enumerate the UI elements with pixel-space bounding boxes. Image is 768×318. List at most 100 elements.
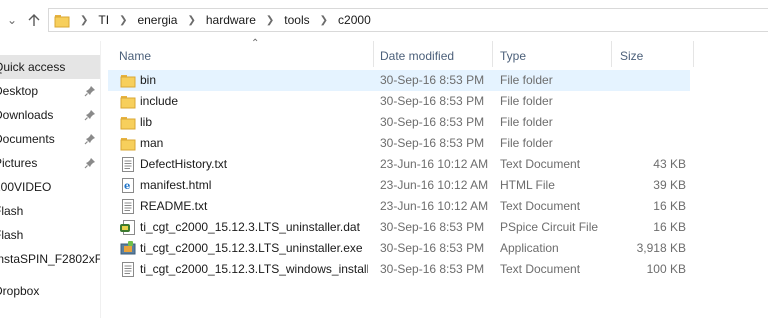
file-row[interactable]: README.txt 23-Jun-16 10:12 AM Text Documen… xyxy=(108,196,690,217)
breadcrumb-item[interactable]: tools xyxy=(284,13,309,27)
file-date-modified: 30-Sep-16 8:53 PM xyxy=(380,73,485,87)
breadcrumb: ❯ tools xyxy=(256,13,310,27)
sidebar-item-label: Desktop xyxy=(0,84,39,98)
address-bar[interactable]: ❯ TI ❯ energia ❯ hardware ❯ tools ❯ c2000 xyxy=(48,8,768,32)
up-arrow-icon[interactable] xyxy=(25,10,43,30)
folder-icon xyxy=(120,115,136,130)
column-header-date-label: Date modified xyxy=(380,49,455,63)
html-file-icon: e xyxy=(120,178,136,193)
file-row[interactable]: include 30-Sep-16 8:53 PM File folder xyxy=(108,91,690,112)
pin-icon[interactable] xyxy=(84,109,96,121)
file-type: Text Document xyxy=(500,157,581,171)
sidebar-item-label: Pictures xyxy=(0,156,38,170)
column-divider[interactable] xyxy=(492,41,493,67)
column-header-name-label: Name xyxy=(119,49,152,63)
sidebar-item[interactable]: Quick access xyxy=(0,55,100,79)
file-list: Name ⌃ Date modified Type Size bin 30-Sep… xyxy=(108,38,768,318)
file-row[interactable]: bin 30-Sep-16 8:53 PM File folder xyxy=(108,70,690,91)
file-row[interactable]: lib 30-Sep-16 8:53 PM File folder xyxy=(108,112,690,133)
file-type: PSpice Circuit File xyxy=(500,220,599,234)
file-size: 39 KB xyxy=(653,178,686,192)
column-header-type-label: Type xyxy=(500,49,527,63)
file-date-modified: 23-Jun-16 10:12 AM xyxy=(380,199,489,213)
text-document-icon xyxy=(120,262,136,277)
sidebar-item-label: InstaSPIN_F2802xF_I xyxy=(0,252,100,266)
file-size xyxy=(620,70,686,91)
pin-icon[interactable] xyxy=(84,133,96,145)
pin-icon[interactable] xyxy=(84,157,96,169)
sidebar-item[interactable]: Flash xyxy=(0,199,100,223)
breadcrumb: ❯ TI xyxy=(70,13,109,27)
file-size: 16 KB xyxy=(653,220,686,234)
folder-icon xyxy=(120,94,136,109)
file-size: 43 KB xyxy=(653,157,686,171)
text-document-icon xyxy=(120,157,136,172)
sidebar-item-label: 100VIDEO xyxy=(0,180,52,194)
recent-locations-chevron-icon[interactable]: ⌄ xyxy=(3,10,21,30)
file-type: File folder xyxy=(500,115,553,129)
file-row[interactable]: man 30-Sep-16 8:53 PM File folder xyxy=(108,133,690,154)
file-name: lib xyxy=(140,115,153,129)
column-header-type[interactable]: Type xyxy=(500,44,610,68)
sidebar-item[interactable]: Flash xyxy=(0,223,100,247)
column-header-date[interactable]: Date modified xyxy=(380,44,490,68)
file-type: File folder xyxy=(500,94,553,108)
sidebar-item[interactable]: Dropbox xyxy=(0,279,100,303)
pspice-file-icon xyxy=(120,220,136,235)
file-name: ti_cgt_c2000_15.12.3.LTS_windows_install… xyxy=(140,262,368,276)
chevron-right-icon[interactable]: ❯ xyxy=(119,15,127,26)
file-date-modified: 30-Sep-16 8:53 PM xyxy=(380,262,485,276)
file-row[interactable]: ti_cgt_c2000_15.12.3.LTS_uninstaller.exe… xyxy=(108,238,690,259)
breadcrumb-item[interactable]: TI xyxy=(98,13,109,27)
file-date-modified: 23-Jun-16 10:12 AM xyxy=(380,157,489,171)
breadcrumb: ❯ energia xyxy=(109,13,177,27)
sidebar-item[interactable]: 100VIDEO xyxy=(0,175,100,199)
text-document-icon xyxy=(120,199,136,214)
breadcrumb-item[interactable]: c2000 xyxy=(338,13,371,27)
file-name: ti_cgt_c2000_15.12.3.LTS_uninstaller.dat xyxy=(140,220,360,234)
breadcrumb-item[interactable]: energia xyxy=(137,13,177,27)
file-row[interactable]: e manifest.html 23-Jun-16 10:12 AM HTML Fil… xyxy=(108,175,690,196)
file-type: File folder xyxy=(500,136,553,150)
navigation-pane: Quick access Desktop Downloads Documents Pic… xyxy=(0,41,101,318)
file-date-modified: 30-Sep-16 8:53 PM xyxy=(380,136,485,150)
chevron-right-icon[interactable]: ❯ xyxy=(80,15,88,26)
sort-ascending-icon: ⌃ xyxy=(251,38,260,49)
breadcrumb-item[interactable]: hardware xyxy=(206,13,256,27)
sidebar-item[interactable]: Documents xyxy=(0,127,100,151)
svg-text:e: e xyxy=(124,181,130,192)
column-divider[interactable] xyxy=(693,41,694,67)
file-name: ti_cgt_c2000_15.12.3.LTS_uninstaller.exe xyxy=(140,241,363,255)
pin-icon[interactable] xyxy=(84,85,96,97)
chevron-right-icon[interactable]: ❯ xyxy=(266,15,274,26)
column-divider[interactable] xyxy=(611,41,612,67)
file-size xyxy=(620,112,686,133)
file-name: include xyxy=(140,94,179,108)
file-row[interactable]: DefectHistory.txt 23-Jun-16 10:12 AM Text … xyxy=(108,154,690,175)
sidebar-item[interactable]: Pictures xyxy=(0,151,100,175)
sidebar-item[interactable]: InstaSPIN_F2802xF_I xyxy=(0,247,100,271)
file-type: Text Document xyxy=(500,199,581,213)
file-name: DefectHistory.txt xyxy=(140,157,228,171)
file-date-modified: 23-Jun-16 10:12 AM xyxy=(380,178,489,192)
folder-icon xyxy=(120,73,136,88)
file-date-modified: 30-Sep-16 8:53 PM xyxy=(380,241,485,255)
chevron-right-icon[interactable]: ❯ xyxy=(187,15,195,26)
chevron-right-icon[interactable]: ❯ xyxy=(320,15,328,26)
folder-icon xyxy=(54,14,70,27)
sidebar-item-label: Flash xyxy=(0,204,24,218)
file-row[interactable]: ti_cgt_c2000_15.12.3.LTS_uninstaller.dat… xyxy=(108,217,690,238)
column-divider[interactable] xyxy=(373,41,374,67)
breadcrumb: ❯ c2000 xyxy=(310,13,371,27)
sidebar-item-label: Downloads xyxy=(0,108,54,122)
file-date-modified: 30-Sep-16 8:53 PM xyxy=(380,94,485,108)
sidebar-item-label: Documents xyxy=(0,132,55,146)
sidebar-item[interactable]: Downloads xyxy=(0,103,100,127)
file-size xyxy=(620,91,686,112)
file-size: 16 KB xyxy=(653,199,686,213)
sidebar-item[interactable]: Desktop xyxy=(0,79,100,103)
column-header-name[interactable]: Name ⌃ xyxy=(119,38,369,68)
column-header-size[interactable]: Size xyxy=(620,44,690,68)
file-row[interactable]: ti_cgt_c2000_15.12.3.LTS_windows_install… xyxy=(108,259,690,280)
file-name: man xyxy=(140,136,164,150)
